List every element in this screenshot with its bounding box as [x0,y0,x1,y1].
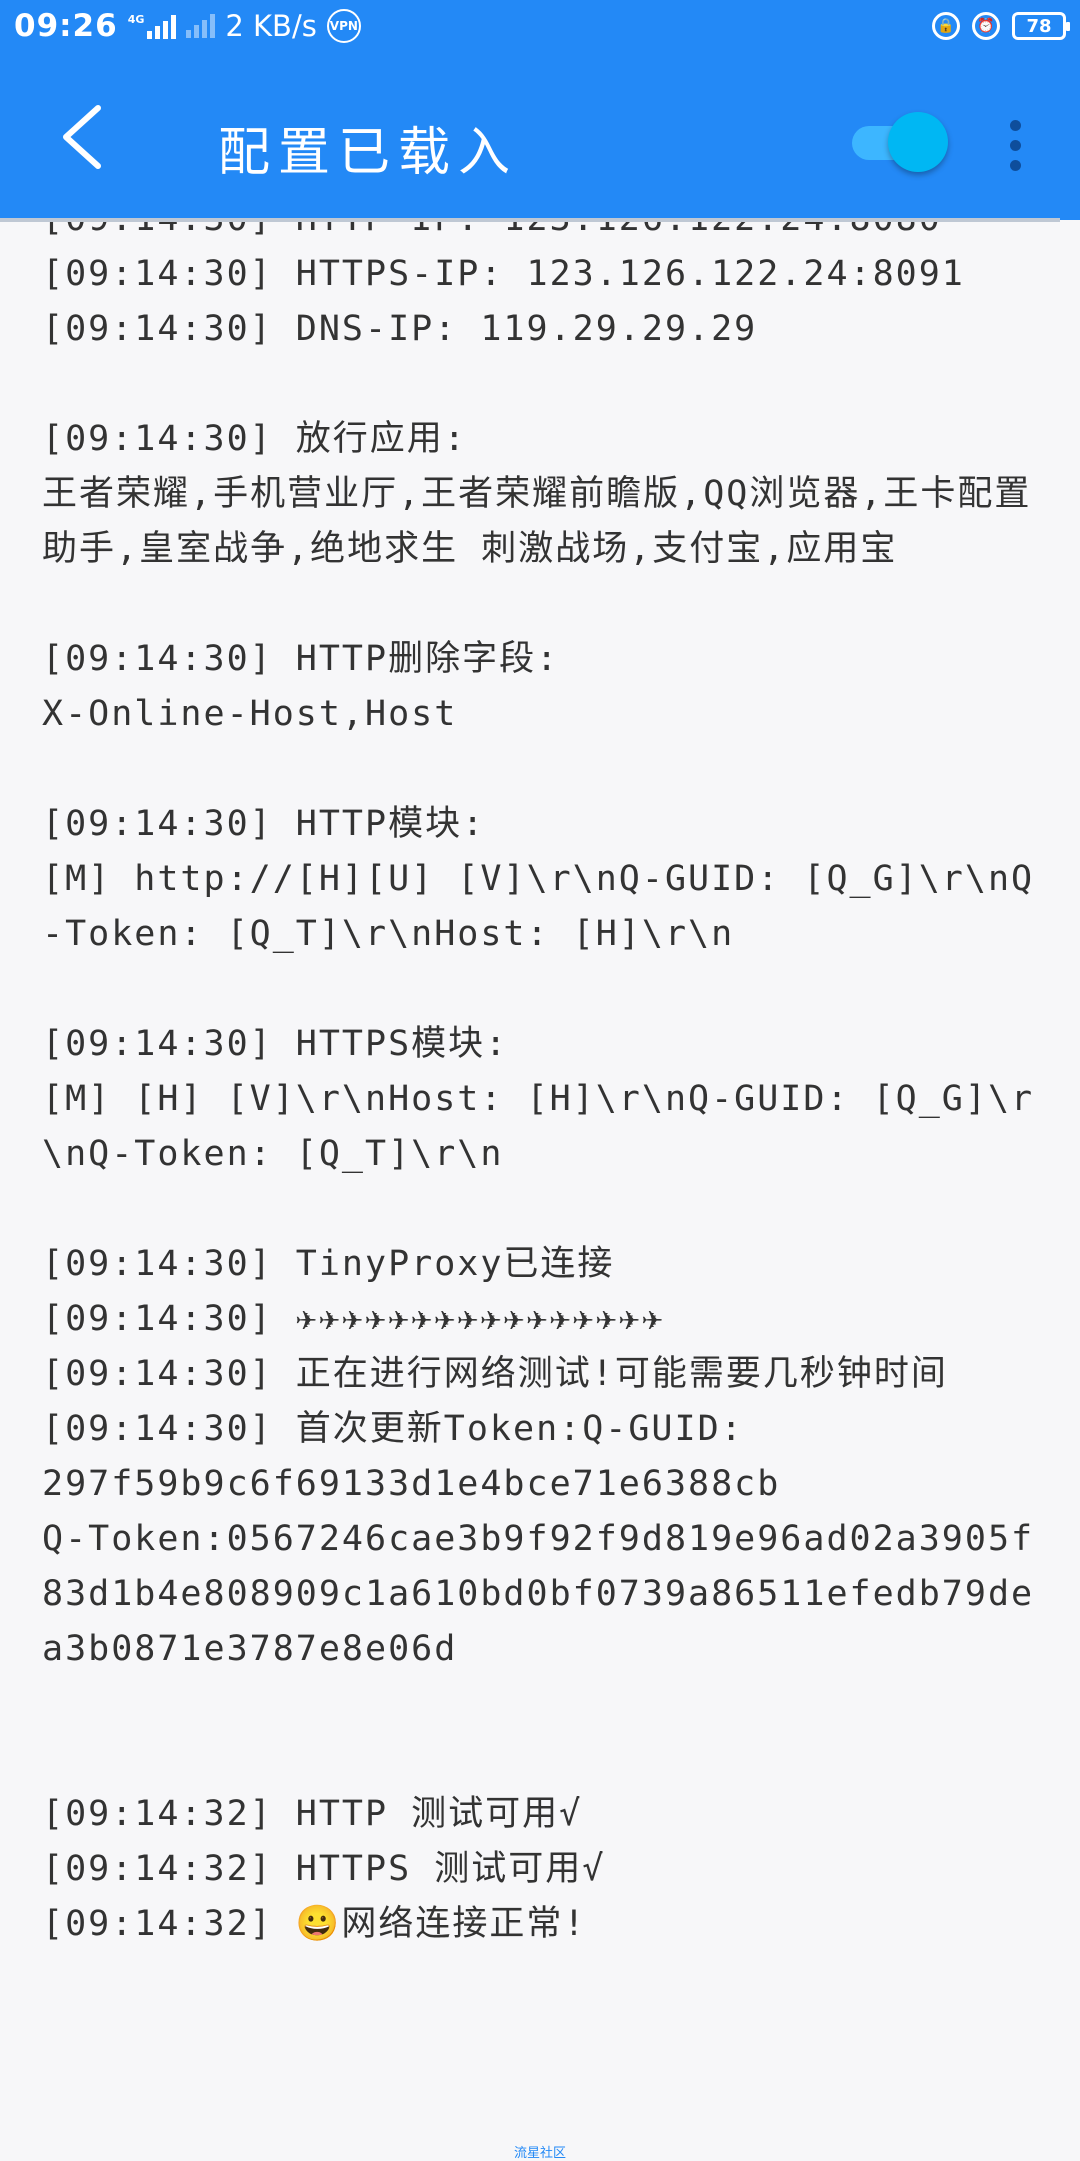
status-bar: 09:26 4G 2 KB/s VPN 🔒 ⏰ 78 [0,0,1080,52]
log-line: [09:14:30] HTTP模块: [42,804,486,844]
toggle-knob [888,112,948,172]
log-line: [09:14:30] ✈✈✈✈✈✈✈✈✈✈✈✈✈✈✈✈ [42,1299,665,1339]
log-line: [09:14:30] HTTPS模块: [42,1024,509,1064]
log-line: [09:14:32] HTTP 测试可用√ [42,1794,583,1834]
status-time: 09:26 [14,8,118,44]
log-line: [09:14:30] TinyProxy已连接 [42,1244,615,1284]
log-line: 297f59b9c6f69133d1e4bce71e6388cb [42,1464,781,1504]
network-speed: 2 KB/s [225,9,317,43]
vpn-toggle-switch[interactable] [852,110,952,174]
signal-bars-no-service-icon [186,14,216,38]
log-line: X-Online-Host,Host [42,694,458,734]
watermark: 流星社区 [513,2146,566,2161]
signal-bars-icon [147,15,177,39]
log-line: [09:14:30] HTTP删除字段: [42,639,560,679]
log-line: [09:14:30] 首次更新Token:Q-GUID: [42,1409,744,1449]
log-line: 王者荣耀,手机营业厅,王者荣耀前瞻版,QQ浏览器,王卡配置助手,皇室战争,绝地求… [42,474,1032,569]
back-arrow-icon[interactable] [56,102,116,172]
app-bar: 配置已载入 [0,52,1080,220]
log-line: [M] [H] [V]\r\nHost: [H]\r\nQ-GUID: [Q_G… [42,1079,1035,1174]
battery-icon: 78 [1012,12,1070,40]
status-right: 🔒 ⏰ 78 [932,12,1070,40]
log-line: [09:14:32] HTTPS 测试可用√ [42,1849,606,1889]
log-line: [09:14:30] 正在进行网络测试!可能需要几秒钟时间 [42,1354,948,1394]
log-line: [09:14:30] 放行应用: [42,419,467,459]
network-type: 4G [127,13,145,26]
more-options-icon[interactable] [1000,110,1030,180]
lock-icon: 🔒 [932,12,960,40]
log-scroll-area[interactable]: [09:14:30] HTTP-IP: 123.126.122.24:8080 [… [0,222,1080,2132]
status-left: 09:26 4G 2 KB/s VPN [14,8,361,44]
log-output: [09:14:30] HTTP-IP: 123.126.122.24:8080 [… [42,222,1052,1952]
page-title: 配置已载入 [218,123,519,183]
log-line: [09:14:30] HTTP-IP: 123.126.122.24:8080 [42,222,1052,247]
vpn-icon: VPN [326,9,361,43]
signal-4g-icon: 4G [128,13,177,39]
log-line: Q-Token:0567246cae3b9f92f9d819e96ad02a39… [42,1519,1035,1669]
log-line: [M] http://[H][U] [V]\r\nQ-GUID: [Q_G]\r… [42,859,1035,954]
log-line: [09:14:30] DNS-IP: 119.29.29.29 [42,309,758,349]
log-line: [09:14:30] HTTPS-IP: 123.126.122.24:8091 [42,254,965,294]
alarm-icon: ⏰ [972,12,1000,40]
battery-level: 78 [1026,15,1052,37]
log-line: [09:14:32] 😀网络连接正常! [42,1904,587,1944]
